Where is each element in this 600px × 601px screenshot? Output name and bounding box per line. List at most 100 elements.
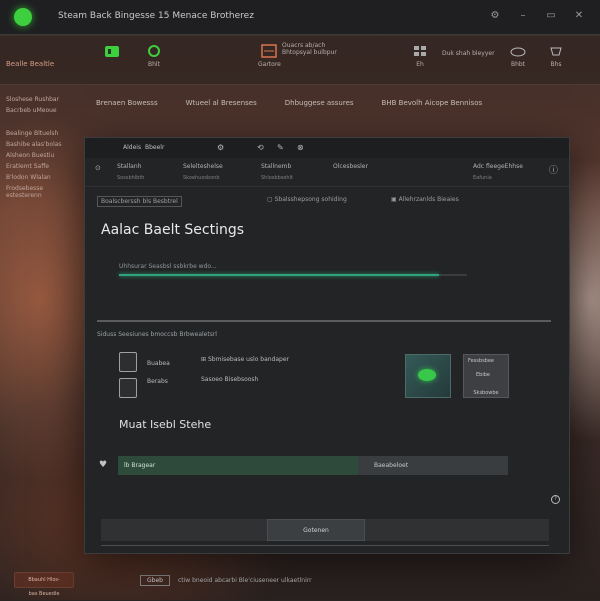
settings-icon <box>550 47 562 56</box>
bottom-text: ctiw bneoid abcarbi Ble'ciuseneer ulkaet… <box>177 576 312 584</box>
modal-columns: ⊙ Stallanh Sossbhlbth Selelteshelse Skoe… <box>85 160 569 187</box>
left-panel-item[interactable]: B'lodon Wlalan <box>0 172 82 183</box>
left-panel: Bealle Bealtle Sloshese Rushbar Bacrbeb … <box>0 50 82 240</box>
minimize-icon[interactable]: – <box>516 10 530 21</box>
left-panel-title: Bealle Bealtle <box>6 60 55 68</box>
modal-header-tab[interactable]: Bbeelr <box>145 144 164 151</box>
nav-item[interactable]: BHB Bevolh Aicope Bennisos <box>382 99 483 107</box>
column-label: Selelteshelse <box>183 163 223 170</box>
footer-divider <box>101 545 549 546</box>
dropdown-field[interactable]: Baeabeloet <box>360 456 508 475</box>
toolbar-library[interactable] <box>104 44 120 61</box>
tab-second[interactable]: ▢ Sbalsshepsong sohiding <box>267 196 347 203</box>
toolbar-store-desc: Ouacrs ab/ach Bhtopsyal bulbpur <box>282 42 337 56</box>
modal-header-tab[interactable]: Aldeis <box>123 144 141 151</box>
background-toolbar: Bhlt Gartore Ouacrs ab/ach Bhtopsyal bul… <box>0 36 600 85</box>
refresh-icon[interactable]: ⟲ <box>257 143 264 152</box>
column-5[interactable]: Adc fleegeEhhse Eafunia <box>473 163 523 181</box>
nav-item[interactable]: Dhbuggese assures <box>285 99 354 107</box>
toolbar-grid[interactable]: Eh <box>412 44 428 68</box>
background-nav: Brenaen Bowesss Wtueel al Bresenses Dhbu… <box>96 92 576 114</box>
thumbnail-option[interactable]: Fessbsbee Ebibe Sksbowbe <box>463 354 509 398</box>
column-label: Olcesbesler <box>333 163 368 170</box>
tab-third[interactable]: ▣ Allehrzanlds Bieaies <box>391 196 459 203</box>
left-panel-item[interactable]: Frodsebesse estesterenn <box>0 183 82 201</box>
settings-modal: Aldeis Bbeelr ⚙ ⟲ ✎ ⊗ ⊙ Stallanh Sossbhl… <box>84 137 570 554</box>
left-panel-item[interactable]: Bealinge Bltuelsh <box>0 128 82 139</box>
tab-second-label: Sbalsshepsong sohiding <box>274 196 347 203</box>
close-icon[interactable]: ✕ <box>572 10 586 21</box>
thumb-text: Fessbsbee <box>468 358 494 364</box>
nav-item[interactable]: Wtueel al Bresenses <box>186 99 257 107</box>
option-text[interactable]: Sasoeo Bisebsoosh <box>201 376 258 383</box>
grid-icon <box>414 46 426 56</box>
progress-label: Uhhsurar Seasbsl ssbkrbe wdo... <box>119 263 217 270</box>
column-3[interactable]: Stallnemb Shlosbbsehlt <box>261 163 293 181</box>
speaker-icon[interactable] <box>119 378 137 398</box>
left-panel-item[interactable]: Sloshese Rushbar <box>0 94 82 105</box>
bottom-button[interactable]: Gbeb <box>140 574 170 586</box>
input-row: lb Bragear Baeabeloet <box>118 456 508 475</box>
expand-icon[interactable]: ⊙ <box>95 164 101 172</box>
toolbar-refresh[interactable]: Bhlt <box>146 44 162 68</box>
modal-title: Aalac Baelt Sectings <box>101 222 245 238</box>
refresh-icon <box>148 45 160 57</box>
section-title: Muat Isebl Stehe <box>119 418 212 431</box>
gear-icon[interactable]: ⚙ <box>488 10 502 21</box>
left-panel-item[interactable]: Bacrbeb uMeoue <box>0 105 82 116</box>
section-label: Siduss Seesiunes bmoccsb Brbwealetsrl <box>97 331 217 338</box>
left-badge[interactable]: Bbauhl Hlos- bas Beuedie <box>14 572 74 597</box>
tab-first[interactable]: Boalscberssh bls Besbtrel <box>97 196 182 207</box>
toolbar-store[interactable]: Gartore <box>258 44 281 68</box>
column-label: Stallnemb <box>261 163 292 170</box>
column-label: Adc fleegeEhhse <box>473 163 523 170</box>
column-sub: Skoehuosbonb <box>183 175 220 181</box>
left-panel-item[interactable]: Bashibe alas'bolas <box>0 139 82 150</box>
thumb-text: Ebibe <box>476 372 490 378</box>
left-panel-item[interactable]: Alsheon Buestiu <box>0 150 82 161</box>
help-icon[interactable]: ? <box>551 495 560 504</box>
toolbar-store-label: Gartore <box>258 61 281 68</box>
close-circle-icon[interactable]: ⊗ <box>297 143 304 152</box>
title-bar: Steam Back Bingesse 15 Menace Brotherez … <box>0 0 600 35</box>
progress-bar <box>119 274 467 276</box>
text-field[interactable]: lb Bragear <box>118 456 358 475</box>
nav-item[interactable]: Brenaen Bowesss <box>96 99 158 107</box>
heart-icon: ♥ <box>99 460 108 470</box>
green-blob-icon <box>418 369 436 381</box>
slider-icon: ⊞ <box>201 356 208 363</box>
window-title: Steam Back Bingesse 15 Menace Brotherez <box>58 11 254 21</box>
toolbar-settings-label: Bhs <box>550 61 562 68</box>
info-icon[interactable]: ⓘ <box>549 163 558 176</box>
left-panel-item[interactable]: Eratlemt Saffe <box>0 161 82 172</box>
shield-icon: ▣ <box>391 196 399 203</box>
window-controls: ⚙ – ▭ ✕ <box>488 10 586 21</box>
edit-icon[interactable]: ✎ <box>277 143 284 152</box>
column-label: Stallanh <box>117 163 142 170</box>
apply-button[interactable]: Gotenen <box>267 519 365 541</box>
column-2[interactable]: Selelteshelse Skoehuosbonb <box>183 163 223 181</box>
column-sub: Sossbhlbth <box>117 175 145 181</box>
thumbnail-green[interactable] <box>405 354 451 398</box>
toolbar-settings[interactable]: Bhs <box>548 44 564 68</box>
section-divider <box>97 320 551 322</box>
column-4[interactable]: Olcesbesler <box>333 163 368 170</box>
footer-bar: Gotenen <box>101 519 549 541</box>
option-label: Berabs <box>147 378 168 385</box>
settings-icon[interactable]: ⚙ <box>217 143 224 152</box>
mic-icon[interactable] <box>119 352 137 372</box>
toolbar-cloud-label: Bhbt <box>510 61 526 68</box>
tab-third-label: Allehrzanlds Bieaies <box>398 196 459 203</box>
option-text[interactable]: ⊞ Sbmisebase uslo bandaper <box>201 356 289 363</box>
toolbar-cloud[interactable]: Bhbt <box>510 44 526 68</box>
column-sub: Shlosbbsehlt <box>261 175 293 181</box>
toolbar-refresh-label: Bhlt <box>148 61 160 68</box>
toolbar-grid-label: Eh <box>416 61 424 68</box>
library-icon <box>105 46 119 57</box>
checkbox-icon: ▢ <box>267 196 275 203</box>
maximize-icon[interactable]: ▭ <box>544 10 558 21</box>
column-1[interactable]: Stallanh Sossbhlbth <box>117 163 144 181</box>
modal-header: Aldeis Bbeelr ⚙ ⟲ ✎ ⊗ <box>85 138 569 158</box>
modal-tabs: Boalscberssh bls Besbtrel ▢ Sbalsshepson… <box>93 196 563 208</box>
thumb-text: Sksbowbe <box>473 390 499 396</box>
